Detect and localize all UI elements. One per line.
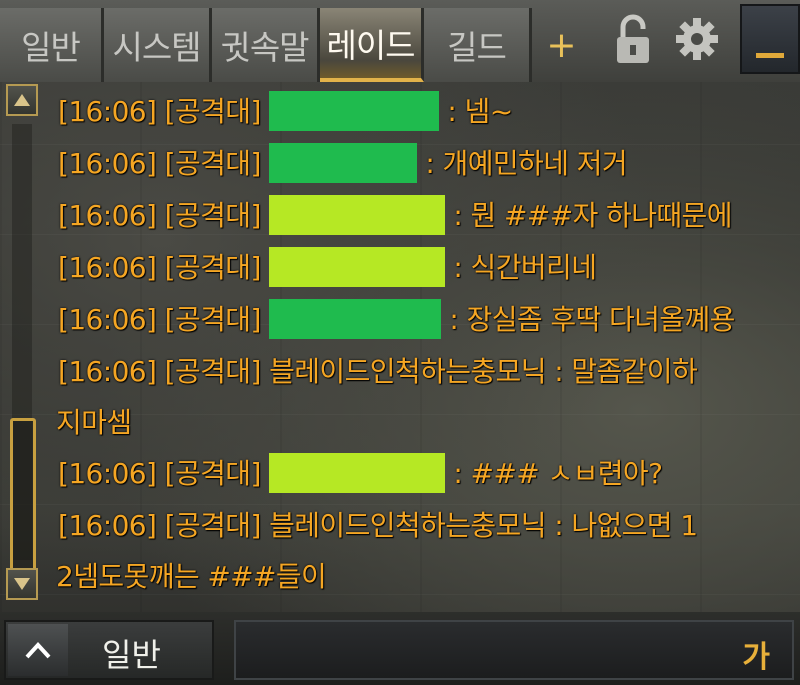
chat-message: [16:06] [공격대] : 넴~ [58,86,796,138]
chat-message: [16:06] [공격대] : 식간버리네 [58,242,796,294]
gear-icon[interactable] [672,8,722,70]
message-time: [16:06] [58,251,157,284]
scroll-down-icon[interactable] [6,568,38,600]
lock-open-icon[interactable] [608,8,658,70]
message-sender[interactable]: 블레이드인척하는충모닉 [269,355,546,388]
chat-input[interactable]: 가 [234,620,794,680]
chat-message: [16:06] [공격대] : 개예민하네 저거 [58,138,796,190]
add-tab-button[interactable]: + [532,8,590,82]
chat-input-bar: 일반 가 [0,612,800,685]
message-time: [16:06] [58,199,157,232]
chevron-up-icon[interactable] [8,624,68,676]
message-channel: [공격대] [164,355,262,388]
message-time: [16:06] [58,509,157,542]
message-channel: [공격대] [164,199,262,232]
redacted-sender [269,143,418,183]
message-text: : 식간버리네 [453,251,597,284]
message-text: : ### ㅅㅂ련아? [453,457,663,490]
message-text: : 나없으면 1 [554,509,698,542]
tab-guild[interactable]: 길드 [424,8,532,82]
chat-message-continuation: 2넴도못깨는 ###들이 [56,560,327,593]
message-time: [16:06] [58,95,157,128]
chat-log: [16:06] [공격대] : 넴~ [16:06] [공격대] : 개예민하네… [56,86,796,602]
message-channel: [공격대] [164,251,262,284]
message-text: : 넴~ [447,95,513,128]
message-time: [16:06] [58,147,157,180]
tab-whisper[interactable]: 귓속말 [212,8,320,82]
chat-scrollbar[interactable] [6,84,38,602]
scroll-thumb[interactable] [10,418,36,586]
chat-message-continuation: 지마셈 [56,406,132,439]
message-channel: [공격대] [164,509,262,542]
redacted-sender [269,453,446,493]
redacted-sender [269,195,446,235]
scroll-up-icon[interactable] [6,84,38,116]
ime-mode-indicator[interactable]: 가 [742,632,770,676]
message-channel: [공격대] [164,147,262,180]
message-text: : 뭔 ###자 하나때문에 [453,199,732,232]
channel-label: 일반 [102,636,161,674]
message-time: [16:06] [58,303,157,336]
message-channel: [공격대] [164,303,262,336]
message-text: : 개예민하네 저거 [425,147,627,180]
message-time: [16:06] [58,457,157,490]
message-time: [16:06] [58,355,157,388]
chat-message: [16:06] [공격대] : ### ㅅㅂ련아? [58,448,796,500]
redacted-sender [269,247,446,287]
redacted-sender [269,91,440,131]
chat-message: [16:06] [공격대] : 장실좀 후딱 다녀올꼐용 [58,294,796,346]
chat-message: [16:06] [공격대] : 뭔 ###자 하나때문에 [58,190,796,242]
tab-system[interactable]: 시스템 [104,8,212,82]
message-channel: [공격대] [164,457,262,490]
chat-message: [16:06] [공격대] 블레이드인척하는충모닉 : 나없으면 1 [58,500,796,552]
channel-select-button[interactable]: 일반 [4,620,214,680]
redacted-sender [269,299,442,339]
minimize-icon[interactable] [740,4,800,74]
message-text: : 말좀같이하 [554,355,698,388]
tab-raid[interactable]: 레이드 [320,8,424,82]
message-sender[interactable]: 블레이드인척하는충모닉 [269,509,546,542]
chat-message: [16:06] [공격대] 블레이드인척하는충모닉 : 말좀같이하 [58,346,796,398]
tab-general[interactable]: 일반 [0,8,104,82]
message-text: : 장실좀 후딱 다녀올꼐용 [449,303,735,336]
message-channel: [공격대] [164,95,262,128]
